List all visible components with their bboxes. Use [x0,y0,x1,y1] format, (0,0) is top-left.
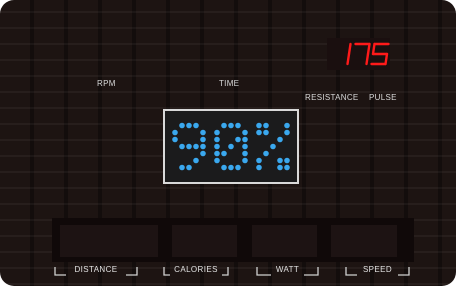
main-readout-dot [172,136,178,143]
main-readout-dot [263,129,269,136]
watt-button-label: WATT [275,265,300,274]
main-readout-dot [186,143,192,150]
main-readout-dot [263,122,269,129]
main-readout-dot [263,150,269,157]
main-readout-dot [179,143,185,150]
main-readout-dot [193,157,199,164]
watt-button[interactable]: WATT [255,264,320,277]
pulse-segment [384,52,389,66]
main-readout-dot [284,164,290,171]
main-readout-dot [256,164,262,171]
speed-window [331,225,397,257]
main-readout-dot [235,136,241,143]
main-readout-dot [200,136,206,143]
main-readout-dot [277,136,283,143]
main-readout-dot [200,129,206,136]
distance-button-label: DISTANCE [74,265,118,274]
main-readout [172,122,290,171]
pulse-display [327,38,390,70]
main-readout-dot [228,122,234,129]
distance-window [60,225,158,257]
pulse-segment [371,42,376,56]
pulse-readout [346,42,390,66]
main-readout-dot [228,143,234,150]
resistance-label: RESISTANCE [305,93,359,102]
main-readout-dot [242,150,248,157]
calories-button-label: CALORIES [174,265,218,274]
main-readout-dot [221,122,227,129]
main-readout-dot [221,150,227,157]
calories-button[interactable]: CALORIES [162,264,230,277]
main-readout-dot [270,143,276,150]
main-readout-dot [277,157,283,164]
main-readout-dot [256,157,262,164]
main-readout-dot [214,143,220,150]
time-label: TIME [219,79,240,88]
pulse-segment [365,52,370,66]
main-readout-dot [214,150,220,157]
speed-button[interactable]: SPEED [344,264,411,277]
main-readout-dot [214,129,220,136]
watt-window [252,225,317,257]
main-display [163,109,299,184]
main-readout-dot [200,143,206,150]
speed-button-label: SPEED [362,265,393,274]
pulse-segment [347,42,352,56]
pulse-segment [366,42,371,56]
main-readout-dot [284,157,290,164]
main-readout-dot [179,164,185,171]
main-readout-dot [284,129,290,136]
main-readout-dot [235,122,241,129]
main-readout-dot [214,136,220,143]
distance-button[interactable]: DISTANCE [53,264,139,277]
main-readout-dot [172,129,178,136]
main-readout-dot [242,157,248,164]
main-readout-dot [193,143,199,150]
main-readout-dot [256,129,262,136]
rpm-label: RPM [97,79,116,88]
main-readout-dot [242,143,248,150]
main-readout-dot [277,164,283,171]
pulse-label: PULSE [369,93,397,102]
main-readout-dot [179,122,185,129]
pulse-segment [346,52,351,66]
main-readout-dot [284,122,290,129]
main-readout-dot [221,164,227,171]
main-readout-dot [186,164,192,171]
main-readout-dot [193,122,199,129]
main-readout-dot [228,164,234,171]
main-readout-dot [214,157,220,164]
main-readout-dot [186,122,192,129]
main-readout-dot [242,136,248,143]
calories-window [172,225,237,257]
main-readout-dot [256,122,262,129]
main-readout-dot [235,164,241,171]
main-readout-dot [242,129,248,136]
main-readout-dot [200,150,206,157]
console-panel: RPM TIME RESISTANCE PULSE DISTANCE CALOR… [0,0,456,286]
